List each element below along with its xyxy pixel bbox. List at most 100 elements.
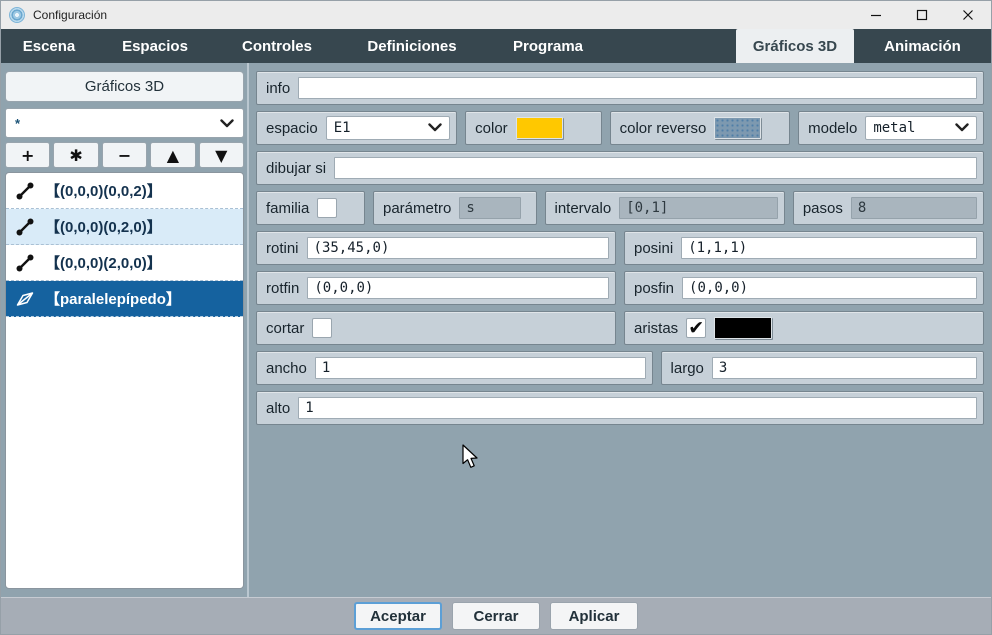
properties-panel: info espacio E1 color	[249, 63, 991, 597]
filter-select[interactable]: *	[5, 108, 244, 138]
segment-icon	[15, 253, 35, 273]
rotfin-group: rotfin	[256, 271, 616, 305]
parametro-label: parámetro	[383, 200, 451, 217]
close-button[interactable]	[945, 1, 991, 29]
main-area: Gráficos 3D * + ✱ − ▲ ▼ 【(0,0,0	[1, 63, 991, 597]
remove-button[interactable]: −	[102, 142, 147, 168]
familia-checkbox[interactable]	[317, 198, 337, 218]
info-group: info	[256, 71, 984, 105]
rotini-input[interactable]	[307, 237, 609, 259]
list-item[interactable]: 【(0,0,0)(0,0,2)】	[6, 173, 243, 209]
info-label: info	[266, 80, 290, 97]
color-reverso-swatch[interactable]	[714, 117, 761, 139]
tab-spacer	[613, 29, 736, 63]
espacio-label: espacio	[266, 120, 318, 137]
chevron-down-icon	[428, 120, 442, 136]
maximize-button[interactable]	[899, 1, 945, 29]
list-item-label: 【paralelepípedo】	[45, 288, 181, 309]
espacio-select[interactable]: E1	[326, 116, 450, 140]
rotini-group: rotini	[256, 231, 616, 265]
ancho-input[interactable]	[315, 357, 646, 379]
info-input[interactable]	[298, 77, 977, 99]
intervalo-input	[619, 197, 778, 219]
footer-bar: Aceptar Cerrar Aplicar	[1, 597, 991, 634]
posfin-group: posfin	[624, 271, 984, 305]
posini-group: posini	[624, 231, 984, 265]
move-down-button[interactable]: ▼	[199, 142, 244, 168]
list-item[interactable]: 【(0,0,0)(0,2,0)】	[6, 209, 243, 245]
accept-button[interactable]: Aceptar	[354, 602, 442, 630]
chevron-down-icon	[220, 116, 234, 131]
window-controls	[853, 1, 991, 29]
cortar-checkbox[interactable]	[312, 318, 332, 338]
list-item-selected[interactable]: 【paralelepípedo】	[6, 281, 243, 317]
color-label: color	[475, 120, 508, 137]
app-logo-icon	[9, 7, 25, 23]
segment-icon	[15, 217, 35, 237]
close-icon	[962, 9, 974, 21]
dibujar-si-input[interactable]	[334, 157, 977, 179]
modelo-group: modelo metal	[798, 111, 984, 145]
familia-group: familia	[256, 191, 365, 225]
color-reverso-label: color reverso	[620, 120, 707, 137]
aristas-label: aristas	[634, 320, 678, 337]
add-button[interactable]: +	[5, 142, 50, 168]
aristas-group: aristas ✔	[624, 311, 984, 345]
rotfin-label: rotfin	[266, 280, 299, 297]
list-toolbar: + ✱ − ▲ ▼	[5, 142, 244, 168]
ancho-label: ancho	[266, 360, 307, 377]
posini-input[interactable]	[681, 237, 977, 259]
alto-group: alto	[256, 391, 984, 425]
intervalo-label: intervalo	[555, 200, 612, 217]
parallelepiped-icon	[15, 289, 35, 309]
espacio-group: espacio E1	[256, 111, 457, 145]
rotfin-input[interactable]	[307, 277, 609, 299]
posfin-label: posfin	[634, 280, 674, 297]
list-item-label: 【(0,0,0)(0,0,2)】	[45, 180, 162, 201]
titlebar: Configuración	[1, 1, 991, 29]
largo-input[interactable]	[712, 357, 977, 379]
alto-label: alto	[266, 400, 290, 417]
apply-button[interactable]: Aplicar	[550, 602, 638, 630]
posini-label: posini	[634, 240, 673, 257]
minimize-button[interactable]	[853, 1, 899, 29]
graphics-3d-panel: Gráficos 3D * + ✱ − ▲ ▼ 【(0,0,0	[1, 63, 249, 597]
tab-definiciones[interactable]: Definiciones	[341, 29, 483, 63]
largo-label: largo	[671, 360, 704, 377]
filter-value: *	[15, 116, 20, 131]
tab-graficos-3d[interactable]: Gráficos 3D	[736, 29, 854, 63]
tab-programa[interactable]: Programa	[483, 29, 613, 63]
tab-animacion[interactable]: Animación	[854, 29, 991, 63]
tab-controles[interactable]: Controles	[213, 29, 341, 63]
aristas-checkbox[interactable]: ✔	[686, 318, 706, 338]
mouse-cursor-icon	[461, 444, 479, 475]
color-swatch[interactable]	[516, 117, 563, 139]
pasos-group: pasos	[793, 191, 984, 225]
ancho-group: ancho	[256, 351, 653, 385]
parametro-group: parámetro	[373, 191, 537, 225]
minimize-icon	[870, 9, 882, 21]
list-item-label: 【(0,0,0)(0,2,0)】	[45, 216, 162, 237]
dibujar-si-group: dibujar si	[256, 151, 984, 185]
configuration-window: Configuración Escena Espacios Controles …	[0, 0, 992, 635]
tab-espacios[interactable]: Espacios	[97, 29, 213, 63]
rotini-label: rotini	[266, 240, 299, 257]
move-up-button[interactable]: ▲	[150, 142, 195, 168]
tab-escena[interactable]: Escena	[1, 29, 97, 63]
aristas-color-swatch[interactable]	[714, 317, 772, 339]
maximize-icon	[916, 9, 928, 21]
color-reverso-group: color reverso	[610, 111, 790, 145]
cortar-label: cortar	[266, 320, 304, 337]
alto-input[interactable]	[298, 397, 977, 419]
tab-bar: Escena Espacios Controles Definiciones P…	[1, 29, 991, 63]
segment-icon	[15, 181, 35, 201]
parametro-input	[459, 197, 521, 219]
graphics-list: 【(0,0,0)(0,0,2)】 【(0,0,0)(0,2,0)】 【(0,0,…	[5, 172, 244, 589]
list-item[interactable]: 【(0,0,0)(2,0,0)】	[6, 245, 243, 281]
posfin-input[interactable]	[682, 277, 977, 299]
modelo-select[interactable]: metal	[865, 116, 977, 140]
insert-button[interactable]: ✱	[53, 142, 98, 168]
cortar-group: cortar	[256, 311, 616, 345]
familia-label: familia	[266, 200, 309, 217]
close-dialog-button[interactable]: Cerrar	[452, 602, 540, 630]
